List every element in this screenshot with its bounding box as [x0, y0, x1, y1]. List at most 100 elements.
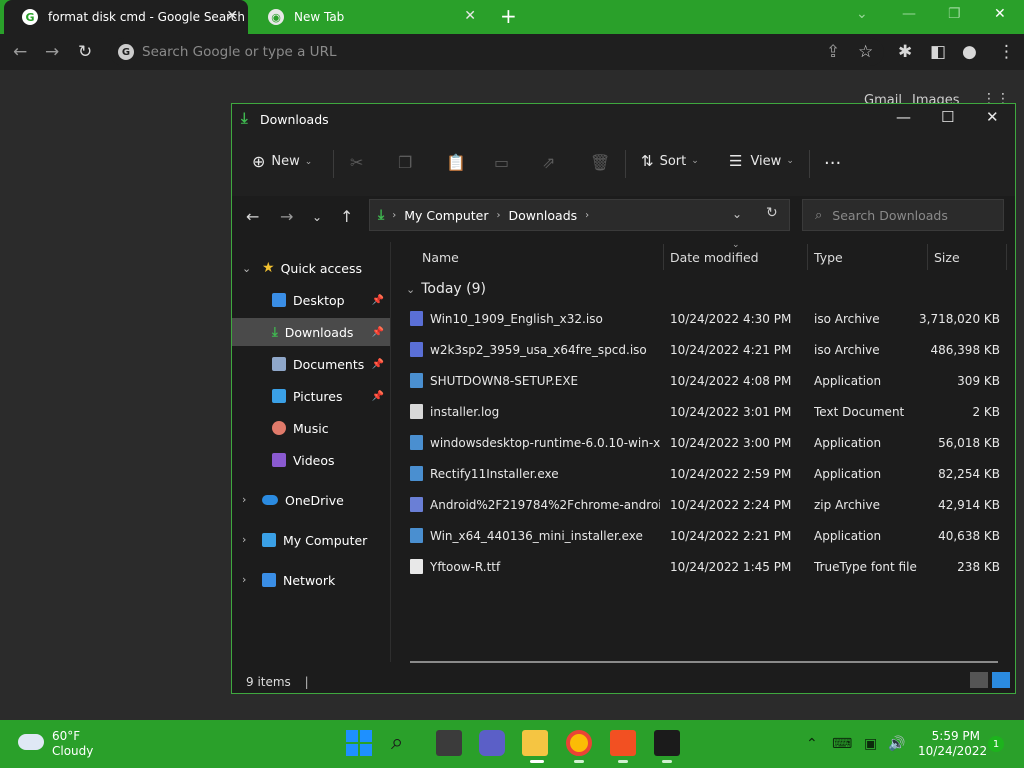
- weather-widget[interactable]: 60°F Cloudy: [52, 729, 93, 759]
- file-type: TrueType font file: [814, 560, 917, 574]
- new-tab-button[interactable]: +: [500, 4, 517, 28]
- chevron-down-icon[interactable]: ⌄: [242, 262, 251, 275]
- file-type: Text Document: [814, 405, 905, 419]
- forward-icon[interactable]: →: [280, 207, 293, 226]
- close-icon[interactable]: ✕: [986, 108, 999, 126]
- file-row[interactable]: windowsdesktop-runtime-6.0.10-win-x6... 1…: [398, 428, 1008, 459]
- chevron-right-icon[interactable]: ›: [242, 573, 246, 586]
- address-bar[interactable]: ⤓ › My Computer › Downloads › ⌄ ↻: [369, 199, 790, 231]
- sidebar-item-downloads[interactable]: ⤓ Downloads 📌: [232, 318, 390, 346]
- pane-divider[interactable]: [390, 242, 391, 662]
- volume-icon[interactable]: 🔊: [888, 736, 905, 752]
- column-resize-handle[interactable]: [807, 244, 808, 270]
- refresh-icon[interactable]: ↻: [766, 205, 778, 221]
- column-header-date[interactable]: Date modified: [670, 250, 759, 265]
- tab-new-tab[interactable]: ◉ New Tab ✕: [250, 0, 486, 34]
- omnibox[interactable]: G Search Google or type a URL: [110, 38, 884, 66]
- chrome-icon[interactable]: [566, 730, 592, 756]
- close-browser-icon[interactable]: ✕: [994, 6, 1006, 22]
- share-icon[interactable]: ⇪: [826, 42, 840, 62]
- file-row[interactable]: Android%2F219784%2Fchrome-android.... 10/…: [398, 490, 1008, 521]
- group-header-today[interactable]: ⌄ Today (9): [406, 281, 486, 297]
- cloudy-weather-icon[interactable]: [18, 734, 44, 750]
- file-row[interactable]: Rectify11Installer.exe 10/24/2022 2:59 PM…: [398, 459, 1008, 490]
- close-tab-icon[interactable]: ✕: [226, 8, 238, 24]
- rename-icon[interactable]: ▭: [494, 153, 509, 172]
- side-panel-icon[interactable]: ◧: [930, 42, 946, 62]
- profile-icon[interactable]: ●: [962, 42, 977, 62]
- column-header-size[interactable]: Size: [934, 250, 960, 265]
- sidebar-item-quick-access[interactable]: ⌄ ★ Quick access: [232, 254, 390, 282]
- file-row[interactable]: SHUTDOWN8-SETUP.EXE 10/24/2022 4:08 PM App…: [398, 366, 1008, 397]
- column-header-type[interactable]: Type: [814, 250, 843, 265]
- file-row[interactable]: Win10_1909_English_x32.iso 10/24/2022 4:3…: [398, 304, 1008, 335]
- tab-title: New Tab: [294, 10, 345, 24]
- bookmark-star-icon[interactable]: ☆: [858, 42, 873, 62]
- file-row[interactable]: Win_x64_440136_mini_installer.exe 10/24/2…: [398, 521, 1008, 552]
- back-icon[interactable]: ←: [13, 42, 27, 62]
- file-row[interactable]: installer.log 10/24/2022 3:01 PM Text Docu…: [398, 397, 1008, 428]
- view-button[interactable]: ☰ View ⌄: [729, 152, 794, 170]
- paste-icon[interactable]: 📋: [446, 153, 466, 172]
- delete-icon[interactable]: 🗑: [590, 153, 610, 172]
- file-row[interactable]: Yftoow-R.ttf 10/24/2022 1:45 PM TrueType f…: [398, 552, 1008, 583]
- back-icon[interactable]: ←: [246, 207, 259, 226]
- teams-chat-icon[interactable]: [479, 730, 505, 756]
- chevron-right-icon[interactable]: ›: [242, 533, 246, 546]
- clock[interactable]: 5:59 PM 10/24/2022: [918, 729, 987, 759]
- up-icon[interactable]: ↑: [340, 207, 353, 226]
- reload-icon[interactable]: ↻: [78, 42, 92, 62]
- minimize-icon[interactable]: —: [896, 108, 911, 126]
- weather-temp: 60°F: [52, 729, 81, 743]
- tiles-view-icon[interactable]: [992, 672, 1010, 688]
- close-tab-icon[interactable]: ✕: [464, 8, 476, 24]
- keyboard-icon[interactable]: ⌨: [832, 736, 852, 752]
- sidebar-item-documents[interactable]: Documents 📌: [232, 350, 390, 378]
- network-icon[interactable]: ▣: [864, 736, 877, 752]
- new-button[interactable]: ⊕ New ⌄: [252, 152, 312, 171]
- share-icon[interactable]: ⇗: [542, 153, 555, 172]
- sidebar-item-my-computer[interactable]: › My Computer: [232, 526, 390, 554]
- iso-icon: [410, 311, 423, 326]
- minimize-browser-icon[interactable]: —: [902, 6, 916, 22]
- forward-icon[interactable]: →: [45, 42, 59, 62]
- search-icon[interactable]: ⌕: [391, 730, 417, 756]
- file-row[interactable]: w2k3sp2_3959_usa_x64fre_spcd.iso 10/24/20…: [398, 335, 1008, 366]
- column-header-name[interactable]: Name: [422, 250, 459, 265]
- tab-search-icon[interactable]: ⌄: [856, 6, 868, 22]
- sidebar-item-music[interactable]: Music: [232, 414, 390, 442]
- file-explorer-icon[interactable]: [522, 730, 548, 756]
- breadcrumb-downloads[interactable]: Downloads: [509, 208, 578, 223]
- terminal-icon[interactable]: [654, 730, 680, 756]
- recent-locations-icon[interactable]: ⌄: [312, 210, 322, 224]
- maximize-icon[interactable]: ☐: [941, 108, 954, 126]
- column-resize-handle[interactable]: [927, 244, 928, 270]
- extensions-icon[interactable]: ✱: [898, 42, 912, 62]
- file-name: Android%2F219784%2Fchrome-android....: [430, 498, 660, 512]
- cut-icon[interactable]: ✂: [350, 153, 363, 172]
- start-button[interactable]: [346, 730, 372, 756]
- restore-browser-icon[interactable]: ❐: [948, 6, 961, 22]
- notification-badge[interactable]: 1: [988, 736, 1004, 752]
- sort-button[interactable]: ⇅ Sort ⌄: [641, 152, 699, 170]
- chrome-menu-icon[interactable]: ⋮: [998, 42, 1015, 62]
- task-view-icon[interactable]: [436, 730, 462, 756]
- column-resize-handle[interactable]: [663, 244, 664, 270]
- search-input[interactable]: ⌕ Search Downloads: [802, 199, 1004, 231]
- sidebar-item-desktop[interactable]: Desktop 📌: [232, 286, 390, 314]
- sidebar-item-onedrive[interactable]: › OneDrive: [232, 486, 390, 514]
- chevron-up-icon[interactable]: ⌃: [806, 736, 818, 752]
- breadcrumb-my-computer[interactable]: My Computer: [404, 208, 488, 223]
- store-icon[interactable]: [610, 730, 636, 756]
- sidebar-item-pictures[interactable]: Pictures 📌: [232, 382, 390, 410]
- horizontal-scrollbar[interactable]: [410, 661, 998, 663]
- sidebar-item-network[interactable]: › Network: [232, 566, 390, 594]
- column-resize-handle[interactable]: [1006, 244, 1007, 270]
- tab-format-disk-cmd[interactable]: G format disk cmd - Google Search ✕: [4, 0, 248, 34]
- address-dropdown-icon[interactable]: ⌄: [732, 207, 742, 221]
- chevron-right-icon[interactable]: ›: [242, 493, 246, 506]
- see-more-button[interactable]: ...: [824, 148, 841, 169]
- sidebar-item-videos[interactable]: Videos: [232, 446, 390, 474]
- details-view-icon[interactable]: [970, 672, 988, 688]
- copy-icon[interactable]: ❐: [398, 153, 412, 172]
